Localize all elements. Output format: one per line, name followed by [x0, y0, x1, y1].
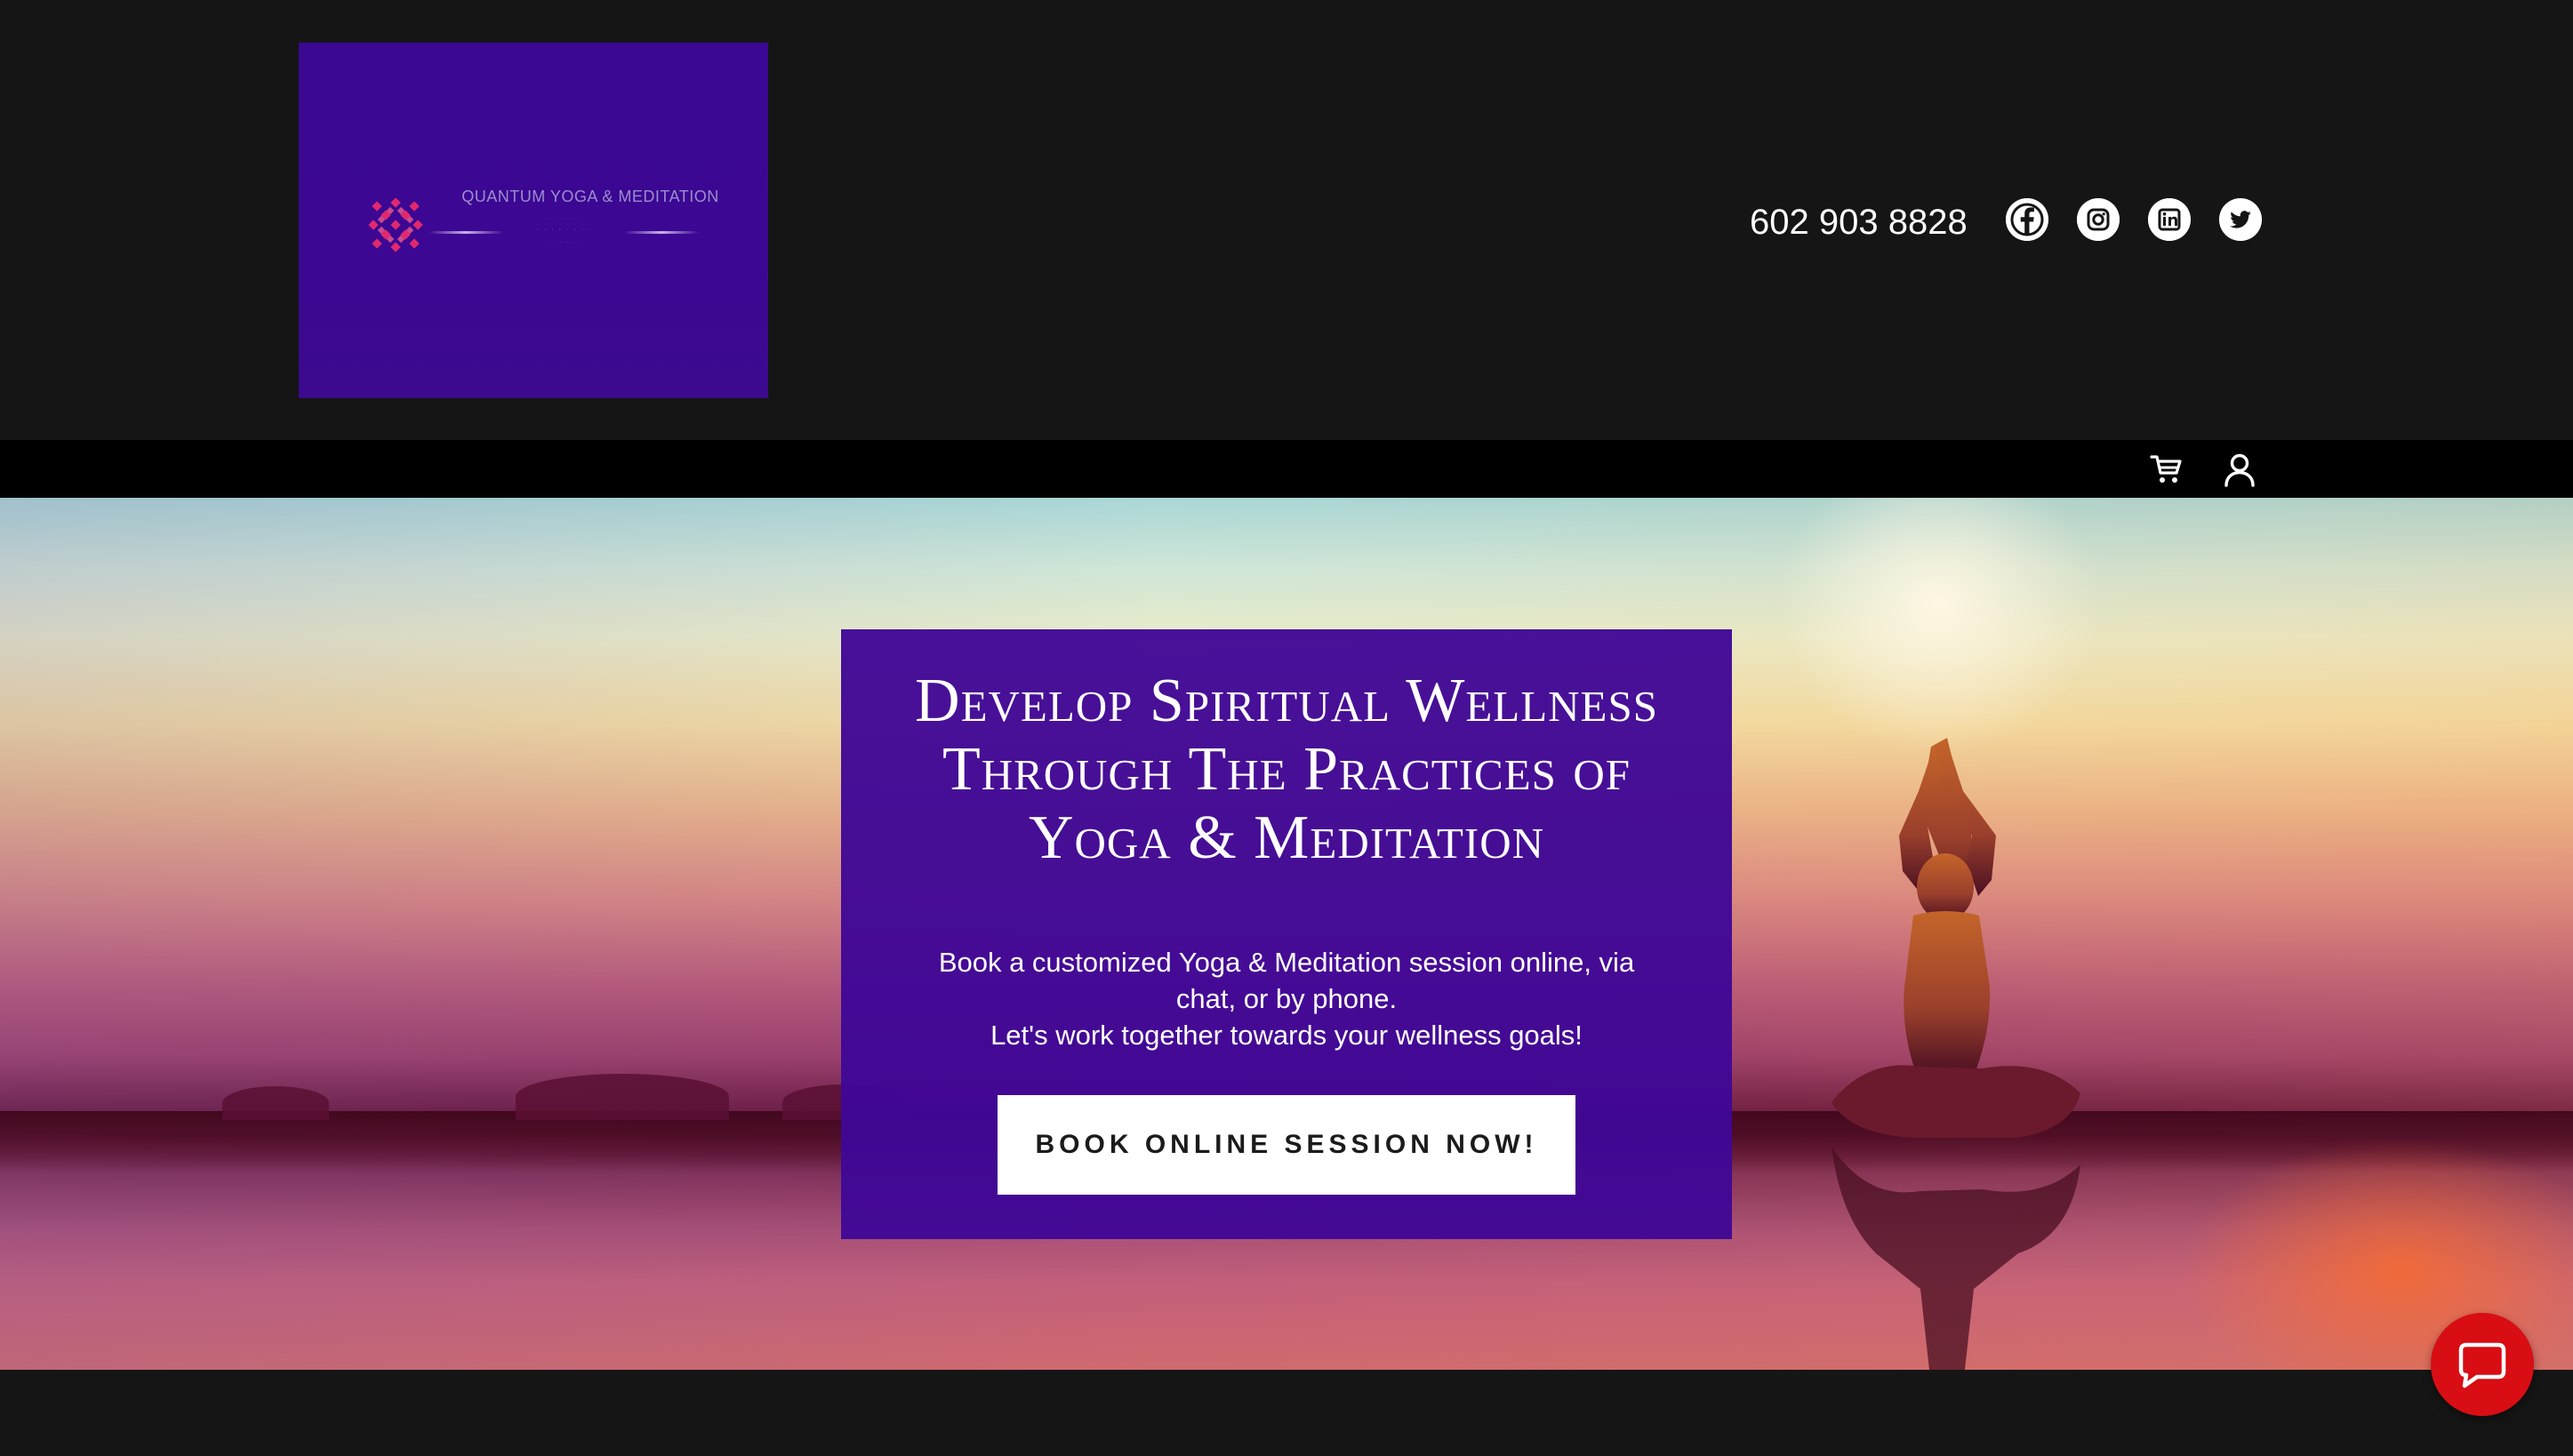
logo-mark-icon: [368, 197, 423, 252]
twitter-link[interactable]: [2219, 198, 2262, 241]
book-session-button[interactable]: BOOK ONLINE SESSION NOW!: [998, 1095, 1575, 1195]
linkedin-link[interactable]: [2148, 198, 2191, 241]
site-header: QUANTUM YOGA & MEDITATION · · · · · · · …: [0, 0, 2573, 440]
chat-bubble-icon: [2458, 1342, 2506, 1388]
instagram-icon: [2077, 198, 2120, 241]
logo-divider-left: [429, 231, 503, 234]
hero-description-line2: Let's work together towards your wellnes…: [990, 1020, 1583, 1051]
linkedin-icon: [2148, 198, 2191, 241]
footer-strip: [0, 1370, 2573, 1456]
hero-title: Develop Spiritual Wellness Through The P…: [915, 667, 1658, 872]
island-silhouette: [222, 1086, 329, 1120]
twitter-icon: [2219, 198, 2262, 241]
phone-number-link[interactable]: 602 903 8828: [1750, 197, 1972, 247]
logo-decoration: · · · · · ·: [545, 240, 584, 245]
hero-card: Develop Spiritual Wellness Through The P…: [841, 629, 1732, 1239]
site-logo[interactable]: QUANTUM YOGA & MEDITATION · · · · · · · …: [299, 43, 768, 398]
yoga-figure-image: [1832, 738, 2080, 1370]
hero-description-line1: Book a customized Yoga & Meditation sess…: [938, 947, 1635, 1014]
facebook-link[interactable]: [2006, 198, 2048, 241]
hero-section: Develop Spiritual Wellness Through The P…: [0, 498, 2573, 1370]
hero-description: Book a customized Yoga & Meditation sess…: [912, 944, 1661, 1053]
account-icon[interactable]: [2220, 450, 2259, 489]
chat-button[interactable]: [2431, 1313, 2534, 1416]
island-silhouette: [516, 1074, 729, 1120]
logo-decoration: · · · · ·: [549, 216, 581, 221]
logo-decoration: · · · · · · · ·: [536, 227, 593, 233]
logo-divider-right: [624, 231, 699, 234]
facebook-icon: [2006, 198, 2048, 241]
cart-icon[interactable]: [2148, 450, 2187, 489]
logo-text: QUANTUM YOGA & MEDITATION: [461, 188, 719, 205]
instagram-link[interactable]: [2077, 198, 2120, 241]
